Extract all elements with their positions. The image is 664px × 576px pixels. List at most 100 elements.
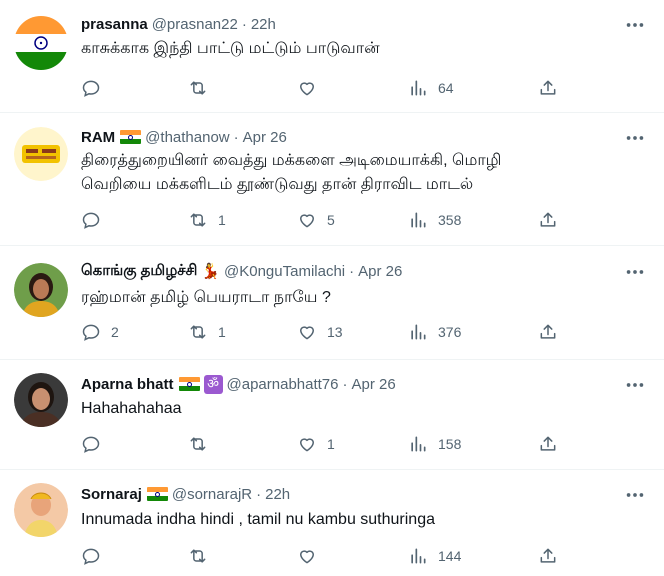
om-icon: ॐ [203,374,223,394]
reply-button[interactable] [81,433,101,455]
tweet-text-line: திரைத்துறையினர் வைத்து மக்களை அடிமையாக்க… [81,152,502,169]
reply-icon [81,434,101,454]
like-button[interactable] [297,545,317,567]
share-icon [538,210,558,230]
reply-feed: prasanna @prasnan22 · 22h காசுக்காக இந்த… [0,0,664,576]
more-icon[interactable] [624,374,646,396]
tweet-text: Innumada indha hindi , tamil nu kambu su… [81,508,651,532]
share-button[interactable] [538,545,558,567]
tweet-header: Sornaraj @sornarajR · 22h [81,483,290,505]
more-icon[interactable] [624,127,646,149]
avatar[interactable] [14,373,68,427]
tweet-header: prasanna @prasnan22 · 22h [81,13,276,35]
views-count: 158 [438,436,462,452]
reply-button[interactable] [81,77,101,99]
retweet-button[interactable] [188,433,208,455]
reply-button[interactable] [81,209,101,231]
tweet-text: திரைத்துறையினர் வைத்து மக்களை அடிமையாக்க… [81,149,651,197]
retweet-icon [188,434,208,454]
avatar[interactable] [14,127,68,181]
retweet-button[interactable] [188,77,208,99]
share-button[interactable] [538,321,558,343]
timestamp[interactable]: Apr 26 [358,263,402,280]
tweet-text-line: ரஹ்மான் தமிழ் பெயராடா நாயே ? [81,289,331,306]
like-count: 13 [327,324,343,340]
action-bar: 64 [78,77,564,99]
tweet-text: காசுக்காக இந்தி பாட்டு மட்டும் பாடுவான் [81,37,651,61]
dancer-icon: 💃 [201,262,221,280]
handle[interactable]: @aparnabhatt76 [227,376,339,393]
retweet-count: 1 [218,324,226,340]
display-name[interactable]: RAM [81,129,115,146]
india-flag-icon [146,487,168,501]
display-name[interactable]: prasanna [81,16,148,33]
views-count: 64 [438,80,454,96]
reply-icon [81,322,101,342]
tweet[interactable]: prasanna @prasnan22 · 22h காசுக்காக இந்த… [0,0,664,113]
views-icon [408,546,428,566]
like-button[interactable]: 1 [297,433,335,455]
separator-dot: · [233,128,239,146]
tweet[interactable]: Sornaraj @sornarajR · 22h Innumada indha… [0,470,664,576]
tweet[interactable]: Aparna bhatt ॐ @aparnabhatt76 · Apr 26 H… [0,360,664,470]
reply-button[interactable]: 2 [81,321,119,343]
action-bar: 1 5 358 [78,209,564,231]
display-name[interactable]: கொங்கு தமிழச்சி [81,262,197,281]
reply-icon [81,546,101,566]
share-button[interactable] [538,77,558,99]
action-bar: 1 158 [78,433,564,455]
action-bar: 2 1 13 376 [78,321,564,343]
heart-icon [297,434,317,454]
reply-button[interactable] [81,545,101,567]
views-count: 358 [438,212,462,228]
avatar[interactable] [14,16,68,70]
retweet-icon [188,546,208,566]
views-button[interactable]: 144 [408,545,461,567]
handle[interactable]: @K0nguTamilachi [224,263,345,280]
views-button[interactable]: 376 [408,321,461,343]
heart-icon [297,546,317,566]
like-button[interactable]: 5 [297,209,335,231]
views-button[interactable]: 158 [408,433,461,455]
retweet-button[interactable] [188,545,208,567]
share-button[interactable] [538,433,558,455]
tweet-header: கொங்கு தமிழச்சி 💃 @K0nguTamilachi · Apr … [81,260,402,282]
views-button[interactable]: 64 [408,77,454,99]
tweet-text-line: வெறியை மக்களிடம் தூண்டுவது தான் திராவிட … [81,176,474,193]
separator-dot: · [256,485,262,503]
reply-icon [81,210,101,230]
avatar[interactable] [14,263,68,317]
timestamp[interactable]: 22h [265,486,290,503]
handle[interactable]: @thathanow [145,129,229,146]
timestamp[interactable]: Apr 26 [243,129,287,146]
handle[interactable]: @sornarajR [172,486,252,503]
india-flag-icon [120,130,142,144]
handle[interactable]: @prasnan22 [152,16,238,33]
tweet-text-line: காசுக்காக இந்தி பாட்டு மட்டும் பாடுவான் [81,40,380,57]
more-icon[interactable] [624,261,646,283]
share-icon [538,78,558,98]
retweet-icon [188,322,208,342]
tweet[interactable]: கொங்கு தமிழச்சி 💃 @K0nguTamilachi · Apr … [0,246,664,360]
views-icon [408,322,428,342]
tweet[interactable]: RAM @thathanow · Apr 26 திரைத்துறையினர் … [0,113,664,246]
reply-icon [81,78,101,98]
tweet-header: Aparna bhatt ॐ @aparnabhatt76 · Apr 26 [81,373,396,395]
retweet-button[interactable]: 1 [188,321,226,343]
retweet-button[interactable]: 1 [188,209,226,231]
like-count: 5 [327,212,335,228]
display-name[interactable]: Aparna bhatt [81,376,174,393]
like-button[interactable] [297,77,317,99]
tweet-header: RAM @thathanow · Apr 26 [81,126,287,148]
views-button[interactable]: 358 [408,209,461,231]
like-button[interactable]: 13 [297,321,343,343]
more-icon[interactable] [624,484,646,506]
timestamp[interactable]: 22h [251,16,276,33]
heart-icon [297,210,317,230]
display-name[interactable]: Sornaraj [81,486,142,503]
timestamp[interactable]: Apr 26 [352,376,396,393]
share-button[interactable] [538,209,558,231]
more-icon[interactable] [624,14,646,36]
views-icon [408,434,428,454]
avatar[interactable] [14,483,68,537]
